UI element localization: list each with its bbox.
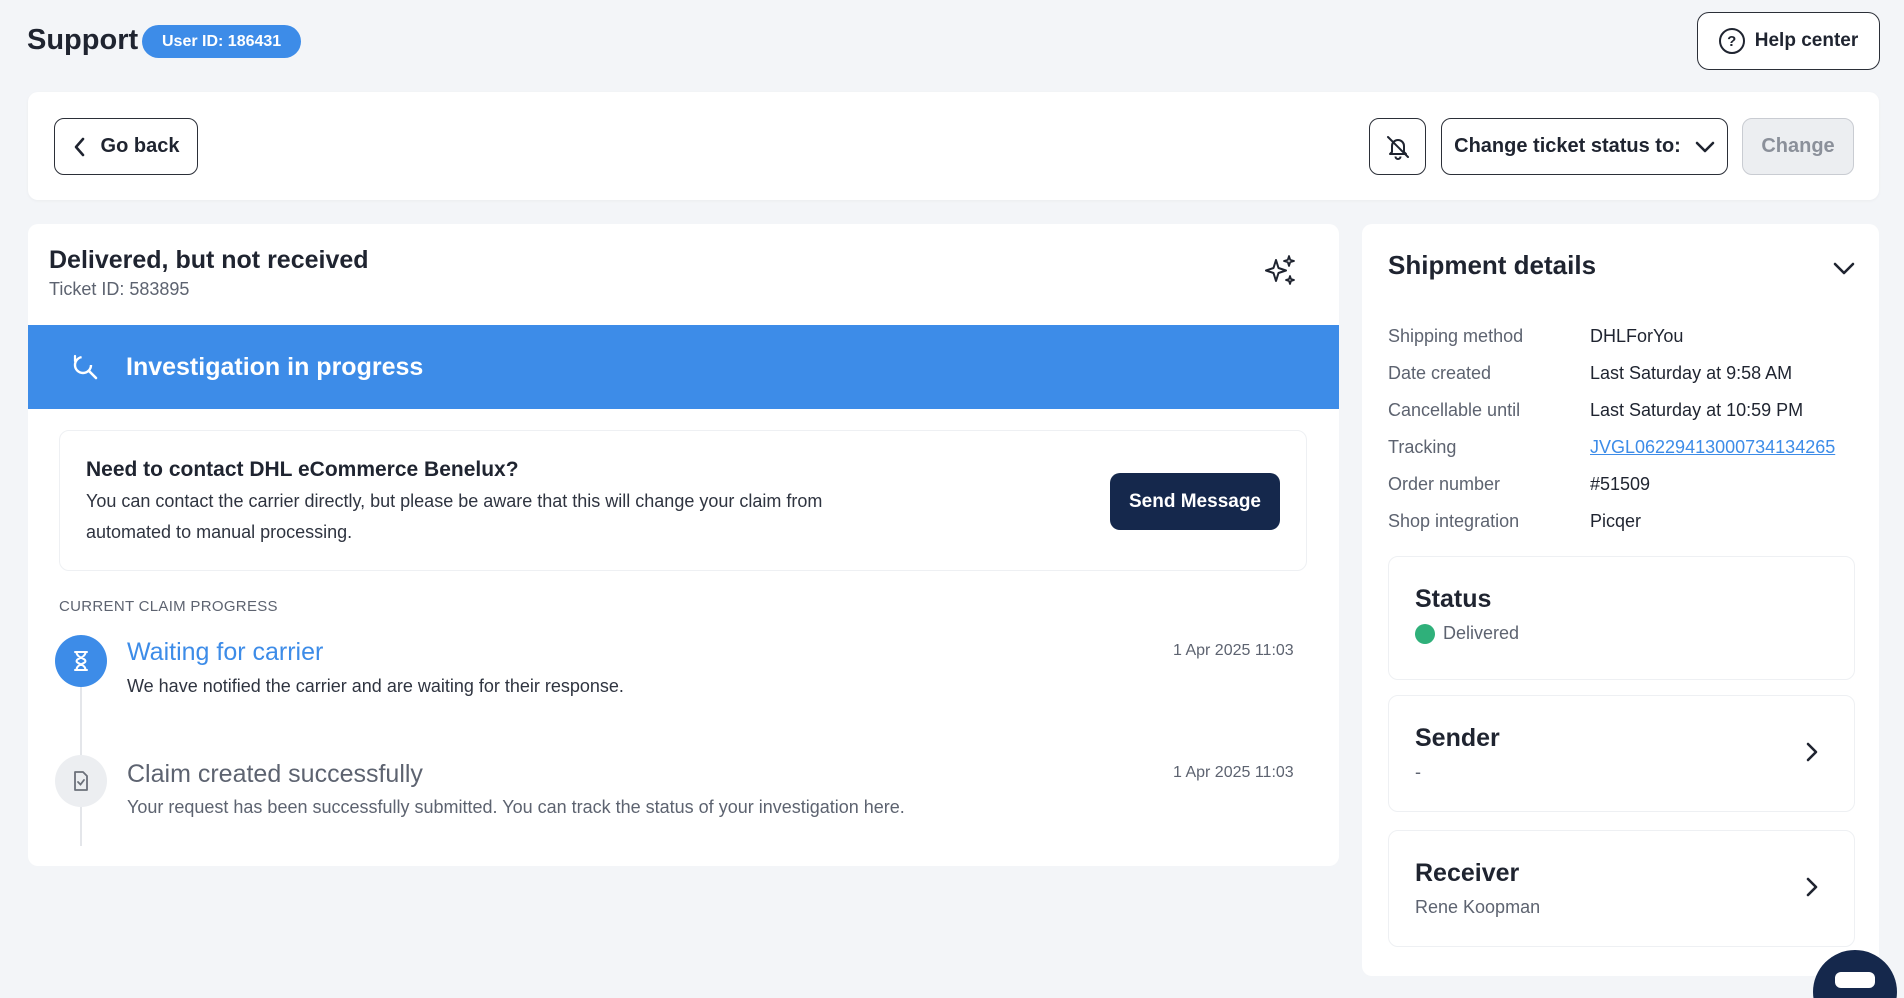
- sparkles-icon[interactable]: [1260, 252, 1300, 292]
- shipment-details-card: Shipment details Shipping method DHLForY…: [1362, 224, 1879, 976]
- receiver-title: Receiver: [1415, 859, 1520, 887]
- timeline-step-active-marker: [55, 635, 107, 687]
- status-dot-icon: [1415, 623, 1435, 644]
- investigation-banner: Investigation in progress: [28, 325, 1339, 409]
- detail-value: #51509: [1590, 474, 1651, 494]
- detail-row-tracking: Tracking JVGL06229413000734134265: [1388, 437, 1858, 467]
- page-title: Support: [27, 24, 139, 56]
- contact-carrier-description: You can contact the carrier directly, bu…: [86, 491, 823, 542]
- detail-row-shipping-method: Shipping method DHLForYou: [1388, 326, 1858, 356]
- sender-value: -: [1415, 762, 1421, 782]
- detail-value: DHLForYou: [1590, 326, 1684, 346]
- ticket-card: Delivered, but not received Ticket ID: 5…: [28, 224, 1339, 866]
- detail-value: Last Saturday at 10:59 PM: [1590, 400, 1804, 420]
- detail-row-order-number: Order number #51509: [1388, 474, 1858, 504]
- chevron-right-icon: [1806, 742, 1818, 762]
- sender-card[interactable]: Sender -: [1388, 695, 1855, 812]
- status-value: Delivered: [1443, 623, 1520, 643]
- user-id-badge: User ID: 186431: [142, 25, 302, 58]
- detail-row-shop-integration: Shop integration Picqer: [1388, 511, 1858, 541]
- bell-off-icon: [1386, 135, 1409, 160]
- status-value-wrapper: Delivered: [1415, 623, 1519, 644]
- detail-label: Shipping method: [1388, 326, 1524, 346]
- top-header: Support User ID: 186431 ? Help center: [0, 0, 1904, 84]
- help-center-button[interactable]: ? Help center: [1697, 12, 1880, 70]
- mute-notifications-button[interactable]: [1369, 118, 1426, 175]
- detail-value: Last Saturday at 9:58 AM: [1590, 363, 1793, 383]
- help-center-label: Help center: [1754, 30, 1859, 51]
- sender-title: Sender: [1415, 724, 1500, 752]
- timeline-step-title: Waiting for carrier: [127, 638, 324, 666]
- chevron-right-icon: [1806, 877, 1818, 897]
- detail-label: Shop integration: [1388, 511, 1520, 531]
- timeline-step-description: Your request has been successfully submi…: [127, 797, 905, 817]
- action-bar: Go back Change ticket status to: Change: [28, 92, 1879, 200]
- ticket-status-select[interactable]: Change ticket status to:: [1441, 118, 1728, 175]
- go-back-button[interactable]: Go back: [54, 118, 198, 175]
- detail-label: Order number: [1388, 474, 1501, 494]
- detail-row-cancellable-until: Cancellable until Last Saturday at 10:59…: [1388, 400, 1858, 430]
- detail-value: Picqer: [1590, 511, 1642, 531]
- chevron-down-icon[interactable]: [1830, 254, 1858, 282]
- timeline-step-description: We have notified the carrier and are wai…: [127, 676, 624, 696]
- detail-label: Cancellable until: [1388, 400, 1521, 420]
- chat-icon: [1835, 972, 1875, 988]
- send-message-button[interactable]: Send Message: [1110, 473, 1280, 530]
- contact-carrier-title: Need to contact DHL eCommerce Benelux?: [86, 458, 519, 481]
- ticket-title: Delivered, but not received: [49, 246, 369, 274]
- investigation-status-text: Investigation in progress: [126, 352, 424, 381]
- chevron-down-icon: [1695, 141, 1715, 152]
- question-circle-icon: ?: [1718, 28, 1745, 54]
- change-status-button[interactable]: Change: [1742, 118, 1854, 175]
- timeline-step-timestamp: 1 Apr 2025 11:03: [1173, 764, 1294, 781]
- status-card: Status Delivered: [1388, 556, 1855, 680]
- contact-carrier-box: Need to contact DHL eCommerce Benelux? Y…: [59, 430, 1307, 571]
- status-title: Status: [1415, 585, 1492, 613]
- go-back-label: Go back: [100, 135, 180, 157]
- hourglass-icon: [74, 651, 88, 671]
- ticket-id: Ticket ID: 583895: [49, 279, 190, 299]
- receiver-value: Rene Koopman: [1415, 897, 1541, 917]
- search-refresh-icon: [73, 354, 98, 380]
- receiver-card[interactable]: Receiver Rene Koopman: [1388, 830, 1855, 947]
- detail-row-date-created: Date created Last Saturday at 9:58 AM: [1388, 363, 1858, 393]
- chevron-left-icon: [74, 137, 84, 156]
- timeline-step-timestamp: 1 Apr 2025 11:03: [1173, 642, 1294, 659]
- timeline-step-title: Claim created successfully: [127, 760, 423, 788]
- shipment-details-title: Shipment details: [1388, 250, 1597, 280]
- detail-label: Date created: [1388, 363, 1492, 383]
- claim-progress-label: CURRENT CLAIM PROGRESS: [59, 598, 278, 615]
- document-icon: [74, 771, 88, 791]
- detail-label: Tracking: [1388, 437, 1457, 457]
- timeline-step-done-marker: [55, 755, 107, 807]
- ticket-status-label: Change ticket status to:: [1454, 135, 1681, 157]
- tracking-link[interactable]: JVGL06229413000734134265: [1590, 437, 1835, 458]
